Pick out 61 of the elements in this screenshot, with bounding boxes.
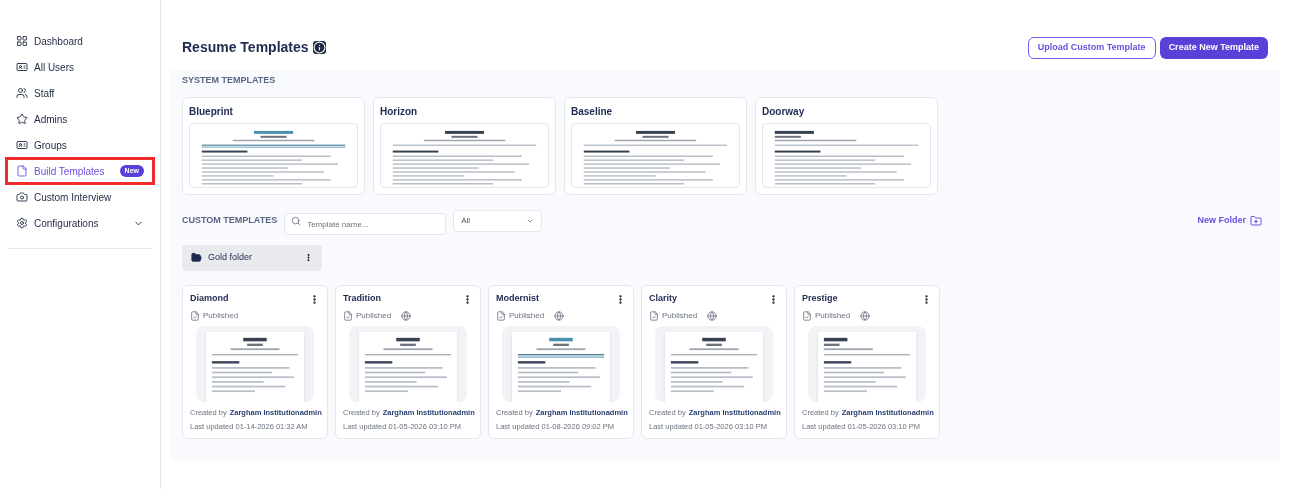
- sidebar-item[interactable]: Dashboard: [8, 30, 152, 52]
- status-label: Published: [662, 310, 698, 322]
- upload-template-button[interactable]: Upload Custom Template: [1027, 36, 1156, 59]
- folder-name: Gold folder: [208, 250, 254, 264]
- template-name: Diamond: [190, 291, 229, 305]
- search-icon: [291, 215, 302, 226]
- sidebar-item[interactable]: Configurations: [8, 212, 152, 234]
- section-heading: SYSTEM TEMPLATES: [181, 74, 277, 87]
- template-name: Blueprint: [189, 104, 234, 119]
- template-card[interactable]: Baseline: [564, 96, 747, 195]
- info-icon[interactable]: [312, 41, 326, 54]
- camera-icon: [16, 191, 28, 203]
- settings-icon: [16, 217, 28, 229]
- sidebar-label: Custom Interview: [34, 190, 113, 205]
- id-card-icon: [16, 139, 28, 151]
- status-label: Published: [356, 310, 392, 322]
- sidebar-label: Groups: [34, 138, 68, 153]
- sidebar-label: Build Templates: [34, 164, 106, 179]
- file-icon: [496, 311, 506, 321]
- file-icon: [343, 311, 353, 321]
- sidebar-label: Admins: [34, 112, 69, 127]
- filter-dropdown[interactable]: All: [453, 209, 543, 232]
- template-name: Modernist: [496, 291, 539, 305]
- file-icon: [649, 311, 659, 321]
- template-name: Doorway: [762, 104, 806, 119]
- sidebar-label: All Users: [34, 60, 75, 75]
- more-options-icon[interactable]: [304, 253, 313, 262]
- sidebar-item[interactable]: Custom Interview: [8, 186, 152, 208]
- template-name: Baseline: [571, 104, 614, 119]
- file-icon: [802, 311, 812, 321]
- folder-icon: [191, 252, 202, 263]
- folder-plus-icon: [1250, 214, 1262, 227]
- status-label: Published: [815, 310, 851, 322]
- folder-item[interactable]: Gold folder: [182, 244, 322, 271]
- file-icon: [190, 311, 200, 321]
- grid-icon: [16, 35, 28, 47]
- sidebar-item[interactable]: All Users: [8, 56, 152, 78]
- section-heading: CUSTOM TEMPLATES: [182, 213, 278, 227]
- status-label: Published: [509, 310, 545, 322]
- status-label: Published: [203, 310, 239, 322]
- file-icon: [16, 165, 28, 177]
- template-card[interactable]: Blueprint: [182, 96, 365, 195]
- sidebar-label: Staff: [34, 86, 56, 101]
- template-name: Horizon: [380, 104, 419, 119]
- sidebar-label: Dashboard: [34, 34, 84, 49]
- sidebar-item[interactable]: Groups: [8, 134, 152, 156]
- template-card[interactable]: Doorway: [755, 96, 938, 195]
- page-title: Resume Templates: [182, 38, 309, 57]
- template-name: Prestige: [802, 291, 838, 305]
- template-name: Clarity: [649, 291, 677, 305]
- sidebar-label: Configurations: [34, 216, 100, 231]
- template-name: Tradition: [343, 291, 381, 305]
- new-folder-button[interactable]: New Folder: [1197, 213, 1262, 228]
- sidebar-item[interactable]: Admins: [8, 108, 152, 130]
- id-card-icon: [16, 61, 28, 73]
- create-template-button[interactable]: Create New Template: [1159, 36, 1268, 59]
- star-icon: [16, 113, 28, 125]
- sidebar-item[interactable]: Staff: [8, 82, 152, 104]
- search-field[interactable]: Template name...: [284, 213, 447, 235]
- users-icon: [16, 87, 28, 99]
- template-card[interactable]: Horizon: [373, 96, 556, 195]
